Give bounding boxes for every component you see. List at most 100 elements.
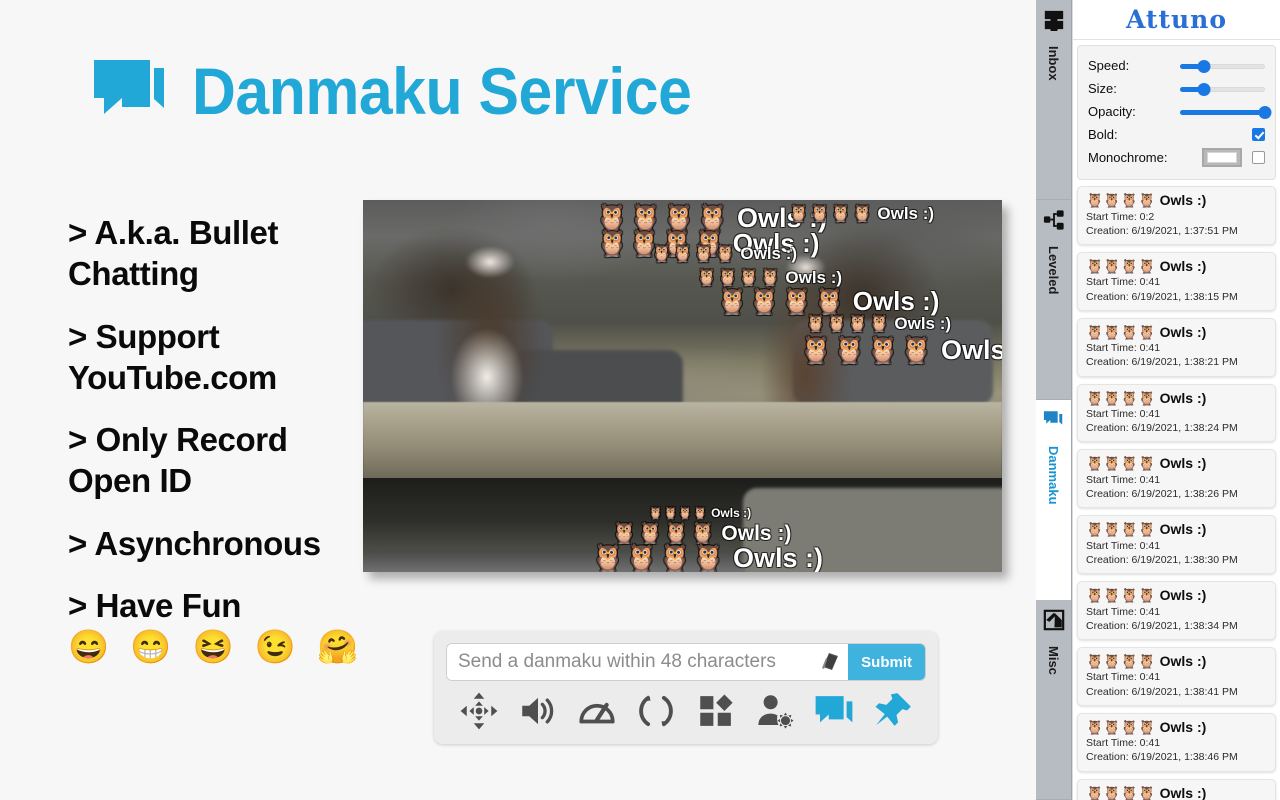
chat-bubbles-icon [92,56,170,126]
danmaku-text: 🦉🦉🦉🦉 Owls :) [1086,718,1207,735]
danmaku-creation-time: Creation: 6/19/2021, 1:38:21 PM [1086,356,1238,369]
danmaku-creation-time: Creation: 6/19/2021, 1:37:51 PM [1086,224,1238,237]
list-item[interactable]: 🦉🦉🦉🦉 Owls :) Start Time: 0:41 Creation: 6/… [1077,449,1276,509]
danmaku-creation-time: Creation: 6/19/2021, 1:38:46 PM [1086,751,1238,764]
speed-slider[interactable] [1180,59,1265,73]
danmaku-text: 🦉🦉🦉🦉 Owls :) [1086,521,1207,538]
danmaku-start-time: Start Time: 0:41 [1086,408,1161,421]
list-item[interactable]: 🦉🦉🦉🦉 Owls :) Start Time: 0:41 Creation: 6/… [1077,712,1276,772]
danmaku-start-time: Start Time: 0:2 [1086,210,1155,223]
danmaku-settings-panel: Speed: Size: Opacity: Bold: Monochrome: [1077,45,1276,180]
monochrome-checkbox[interactable] [1252,151,1265,164]
submit-button[interactable]: Submit [848,644,925,680]
danmaku-start-time: Start Time: 0:41 [1086,342,1161,355]
danmaku-text: 🦉🦉🦉🦉 Owls :) [1086,784,1207,800]
app-logo-text: Attuno [1125,5,1228,34]
chat-bubbles-icon [1043,409,1065,436]
sidebar-item-misc[interactable]: Misc [1036,600,1071,800]
setting-bold: Bold: [1088,123,1265,146]
swatch-color [1207,152,1237,163]
setting-monochrome: Monochrome: [1088,146,1265,169]
setting-size: Size: [1088,77,1265,100]
list-item[interactable]: 🦉🦉🦉🦉 Owls :)Start Time: 0:42Creation: 6/… [1077,778,1276,800]
user-settings-icon[interactable] [754,690,796,732]
feature-list: > A.k.a. Bullet Chatting > Support YouTu… [68,212,368,647]
hierarchy-icon [1043,209,1065,236]
list-item[interactable]: 🦉🦉🦉🦉 Owls :) Start Time: 0:41 Creation: 6/… [1077,383,1276,443]
speed-gauge-icon[interactable] [576,690,618,732]
slider-thumb[interactable] [1258,105,1272,119]
list-item: > Only Record Open ID [68,421,288,500]
sidebar-item-label: Danmaku [1046,446,1061,505]
setting-label: Opacity: [1088,104,1136,119]
danmaku-creation-time: Creation: 6/19/2021, 1:38:30 PM [1086,553,1238,566]
slider-fill [1180,109,1265,115]
setting-speed: Speed: [1088,54,1265,77]
sidebar-item-label: Misc [1046,646,1061,675]
wooden-beam [363,402,1002,480]
setting-label: Bold: [1088,127,1118,142]
inbox-icon [1043,9,1065,36]
list-item: > Support YouTube.com [68,317,277,396]
danmaku-text: 🦉🦉🦉🦉 Owls :) [1086,323,1207,340]
panel-body: Attuno Speed: Size: Opacity: Bold: Monoc… [1072,0,1280,800]
app-root: Danmaku Service > A.k.a. Bullet Chatting… [0,0,1280,800]
sidebar-item-leveled[interactable]: Leveled [1036,200,1071,400]
list-item[interactable]: 🦉🦉🦉🦉 Owls :) Start Time: 0:41 Creation: 6/… [1077,646,1276,706]
loop-repeat-icon[interactable] [635,690,677,732]
sidebar-item-inbox[interactable]: Inbox [1036,0,1071,200]
danmaku-text: 🦉🦉🦉🦉 Owls :) [1086,389,1207,406]
sidebar-item-label: Inbox [1046,46,1061,81]
danmaku-toolbar [446,681,926,732]
move-handle-icon[interactable] [458,690,500,732]
volume-icon[interactable] [517,690,559,732]
list-item[interactable]: 🦉🦉🦉🦉 Owls :) Start Time: 0:41 Creation: 6/… [1077,581,1276,640]
danmaku-creation-time: Creation: 6/19/2021, 1:38:15 PM [1086,290,1238,303]
blocks-grid-icon[interactable] [695,690,737,732]
danmaku-text: 🦉🦉🦉🦉 Owls :) [1086,455,1207,472]
opacity-slider[interactable] [1180,105,1272,119]
size-slider[interactable] [1180,82,1265,96]
slider-thumb[interactable] [1197,82,1211,96]
danmaku-start-time: Start Time: 0:41 [1086,605,1161,618]
danmaku-start-time: Start Time: 0:41 [1086,276,1161,289]
sidebar-item-label: Leveled [1046,246,1061,295]
danmaku-text: 🦉🦉🦉🦉 Owls :) [1086,652,1207,669]
danmaku-start-time: Start Time: 0:41 [1086,671,1161,684]
list-item[interactable]: 🦉🦉🦉🦉 Owls :) Start Time: 0:2 Creation: 6/1… [1077,186,1276,245]
decorative-stone [743,488,1002,572]
danmaku-creation-time: Creation: 6/19/2021, 1:38:26 PM [1086,488,1238,501]
misc-pen-icon [1043,609,1065,636]
list-item[interactable]: 🦉🦉🦉🦉 Owls :) Start Time: 0:41 Creation: 6/… [1077,251,1276,311]
list-item[interactable]: 🦉🦉🦉🦉 Owls :) Start Time: 0:41 Creation: 6/… [1077,317,1276,377]
panel-header: Attuno [1073,0,1280,40]
danmaku-creation-time: Creation: 6/19/2021, 1:38:41 PM [1086,685,1238,698]
pin-icon[interactable] [872,690,914,732]
danmaku-text: 🦉🦉🦉🦉 Owls :) [1086,192,1207,208]
danmaku-list[interactable]: 🦉🦉🦉🦉 Owls :) Start Time: 0:2 Creation: 6/1… [1073,184,1280,800]
setting-opacity: Opacity: [1088,100,1272,123]
danmaku-input[interactable] [447,644,819,680]
side-panel: Inbox Leveled Danmaku Misc Attuno Speed:… [1036,0,1280,800]
sidebar-item-danmaku[interactable]: Danmaku [1036,400,1071,600]
brand-header: Danmaku Service [92,56,735,126]
emoji-row: 😄 😁 😆 😉 🤗 [68,628,365,665]
bold-checkbox[interactable] [1252,128,1265,141]
landing-page: Danmaku Service > A.k.a. Bullet Chatting… [0,0,1036,800]
monochrome-color-swatch[interactable] [1202,148,1242,167]
danmaku-input-bar: Submit [434,631,938,744]
danmaku-start-time: Start Time: 0:41 [1086,737,1161,750]
card-stack-icon[interactable] [818,644,848,680]
danmaku-toggle-icon[interactable] [813,690,855,732]
list-item: > Have Fun [68,586,241,624]
slider-thumb[interactable] [1197,59,1211,73]
danmaku-creation-time: Creation: 6/19/2021, 1:38:34 PM [1086,619,1238,632]
list-item[interactable]: 🦉🦉🦉🦉 Owls :) Start Time: 0:41 Creation: 6/… [1077,515,1276,575]
setting-label: Size: [1088,81,1117,96]
danmaku-start-time: Start Time: 0:41 [1086,473,1161,486]
list-item: > A.k.a. Bullet Chatting [68,214,279,293]
video-player[interactable]: 🦉🦉🦉🦉 Owls :) 🦉🦉🦉🦉 Owls :) 🦉🦉🦉🦉 Owls :) 🦉🦉🦉🦉… [363,200,1002,572]
setting-label: Speed: [1088,58,1130,73]
danmaku-text: 🦉🦉🦉🦉 Owls :) [1086,257,1207,274]
setting-label: Monochrome: [1088,150,1168,165]
